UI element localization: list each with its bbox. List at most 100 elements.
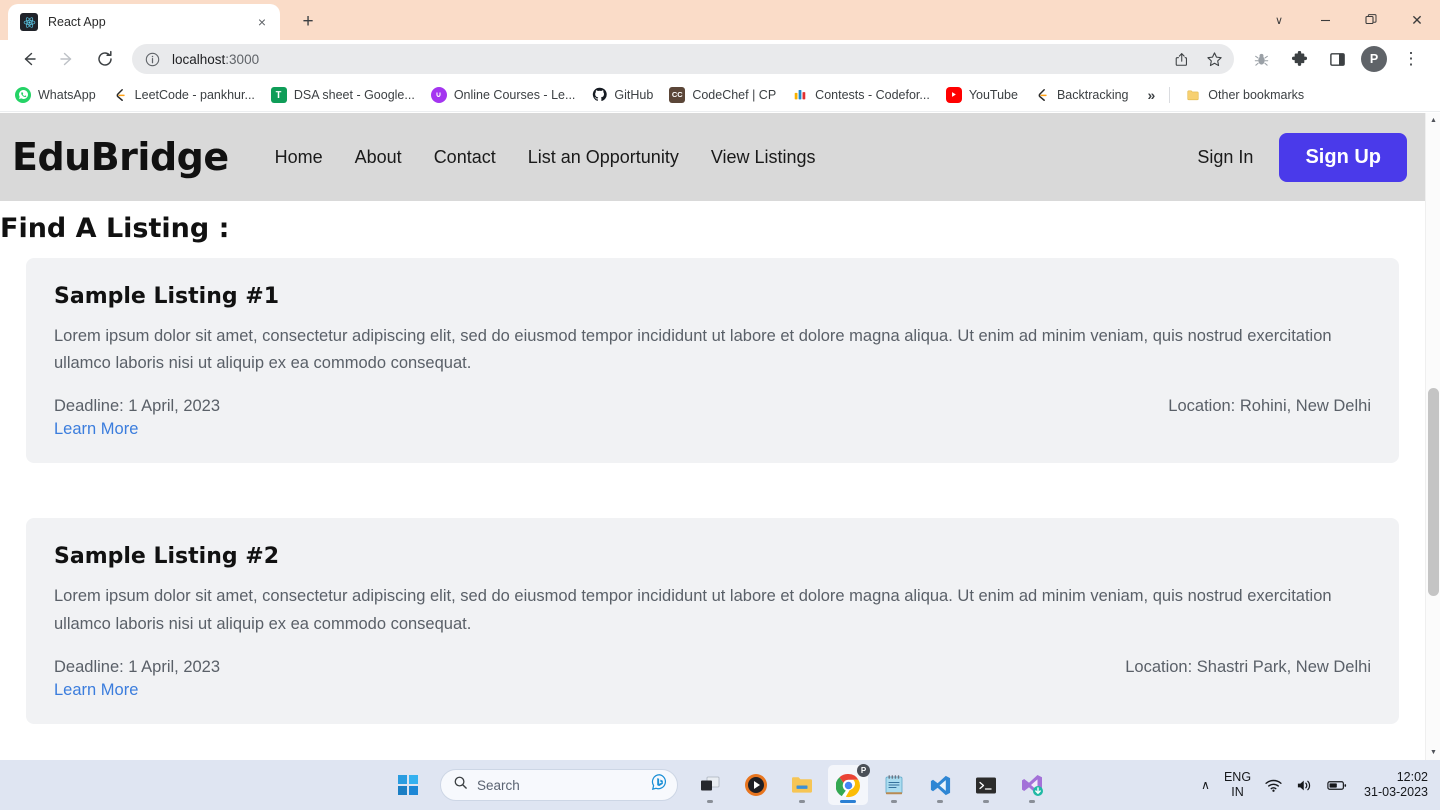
taskbar-search[interactable]: Search: [440, 769, 678, 801]
start-icon[interactable]: [388, 765, 428, 805]
bookmark-label: WhatsApp: [38, 87, 96, 102]
bookmark-label: LeetCode - pankhur...: [134, 87, 255, 102]
page-viewport: EduBridge Home About Contact List an Opp…: [0, 113, 1440, 760]
windows-taskbar: Search P ∧ ENG IN 12:02 31-03-2023: [0, 760, 1440, 810]
github-icon: [591, 87, 607, 103]
screen: React App × + ∨ ✕ localhost:3000 P ⋮ Wha…: [0, 0, 1440, 810]
listing-card[interactable]: Sample Listing #1 Lorem ipsum dolor sit …: [26, 258, 1399, 464]
bookmark-label: GitHub: [614, 87, 654, 102]
learn-more-link[interactable]: Learn More: [54, 681, 220, 700]
file-explorer-icon[interactable]: [782, 765, 822, 805]
close-window-button[interactable]: ✕: [1394, 0, 1440, 40]
terminal-icon[interactable]: [966, 765, 1006, 805]
scrollbar-thumb[interactable]: [1428, 388, 1439, 596]
bookmark-item[interactable]: GitHub: [584, 84, 660, 106]
chrome-profile-badge: P: [857, 764, 870, 777]
clock-date: 31-03-2023: [1364, 785, 1428, 799]
google-chrome-icon[interactable]: P: [828, 764, 870, 805]
notepad-icon[interactable]: [874, 765, 914, 805]
app-running-indicator: [1029, 800, 1035, 803]
listing-description: Lorem ipsum dolor sit amet, consectetur …: [54, 587, 1332, 633]
browser-tab-strip: React App × + ∨ ✕: [0, 0, 1440, 40]
bookmark-label: DSA sheet - Google...: [293, 87, 415, 102]
nav-link-about[interactable]: About: [339, 139, 418, 176]
listing-meta-left: Deadline: 1 April, 2023 Learn More: [54, 658, 220, 700]
nav-link-contact[interactable]: Contact: [418, 139, 512, 176]
new-tab-button[interactable]: +: [294, 8, 322, 36]
listing-description: Lorem ipsum dolor sit amet, consectetur …: [54, 327, 1332, 373]
other-bookmarks-button[interactable]: Other bookmarks: [1178, 84, 1311, 106]
learn-more-link[interactable]: Learn More: [54, 420, 220, 439]
listing-meta: Deadline: 1 April, 2023 Learn More Locat…: [54, 397, 1371, 439]
url-port: :3000: [225, 51, 260, 67]
share-icon[interactable]: [1169, 46, 1195, 72]
puzzle-icon[interactable]: [1284, 44, 1314, 74]
bug-icon[interactable]: [1246, 44, 1276, 74]
volume-icon[interactable]: [1289, 765, 1320, 805]
side-panel-icon[interactable]: [1322, 44, 1352, 74]
task-view-icon[interactable]: [690, 765, 730, 805]
listing-title: Sample Listing #2: [54, 544, 280, 570]
bookmark-item[interactable]: Online Courses - Le...: [424, 84, 583, 106]
app-running-indicator: [799, 800, 805, 803]
bookmark-item[interactable]: Contests - Codefor...: [785, 84, 937, 106]
taskbar-center: Search P: [388, 764, 1052, 805]
language-line-2: IN: [1231, 785, 1244, 799]
nav-link-list-an-opportunity[interactable]: List an Opportunity: [512, 139, 695, 176]
bookmark-item[interactable]: LeetCode - pankhur...: [105, 84, 262, 106]
site-info-icon[interactable]: [142, 49, 162, 69]
browser-tab[interactable]: React App ×: [8, 4, 280, 40]
bookmark-label: Contests - Codefor...: [815, 87, 930, 102]
tray-overflow-icon[interactable]: ∧: [1194, 765, 1217, 805]
bookmark-item[interactable]: YouTube: [939, 84, 1025, 106]
media-player-icon[interactable]: [736, 765, 776, 805]
sign-in-link[interactable]: Sign In: [1187, 141, 1263, 174]
profile-avatar[interactable]: P: [1361, 46, 1387, 72]
react-icon: [20, 13, 38, 31]
bookmarks-overflow-button[interactable]: »: [1142, 84, 1162, 106]
forward-icon[interactable]: [52, 44, 82, 74]
bookmark-item[interactable]: Backtracking: [1027, 84, 1136, 106]
maximize-button[interactable]: [1348, 0, 1394, 40]
listing-card[interactable]: Sample Listing #2 Lorem ipsum dolor sit …: [26, 518, 1399, 724]
bookmark-item[interactable]: DSA sheet - Google...: [264, 84, 422, 106]
bookmark-item[interactable]: WhatsApp: [8, 84, 103, 106]
nav-links: Home About Contact List an Opportunity V…: [259, 139, 832, 176]
sign-up-button[interactable]: Sign Up: [1279, 132, 1407, 182]
app-active-indicator: [840, 800, 856, 803]
battery-icon[interactable]: [1320, 765, 1354, 805]
chevron-down-icon[interactable]: ∨: [1256, 0, 1302, 40]
site-navbar: EduBridge Home About Contact List an Opp…: [0, 113, 1425, 201]
url-host: localhost: [172, 51, 226, 67]
bing-chat-icon[interactable]: [650, 773, 669, 797]
language-indicator[interactable]: ENG IN: [1217, 765, 1258, 805]
codechef-icon: CC: [669, 86, 686, 103]
browser-menu-icon[interactable]: ⋮: [1396, 44, 1426, 74]
search-placeholder: Search: [477, 777, 520, 793]
omnibox-actions: [1166, 46, 1230, 72]
language-line-1: ENG: [1223, 770, 1252, 785]
minimize-button[interactable]: [1302, 0, 1348, 40]
close-tab-icon[interactable]: ×: [252, 12, 272, 32]
web-page: EduBridge Home About Contact List an Opp…: [0, 113, 1425, 724]
page-scrollbar[interactable]: ▲ ▼: [1425, 113, 1440, 760]
reload-icon[interactable]: [90, 44, 120, 74]
wifi-icon[interactable]: [1258, 765, 1289, 805]
listing-location: Location: Rohini, New Delhi: [1168, 397, 1371, 416]
bookmark-star-icon[interactable]: [1201, 46, 1227, 72]
nav-link-home[interactable]: Home: [259, 139, 339, 176]
site-logo[interactable]: EduBridge: [12, 135, 229, 179]
vs-code-icon[interactable]: [920, 765, 960, 805]
visual-studio-icon[interactable]: [1012, 765, 1052, 805]
nav-link-view-listings[interactable]: View Listings: [695, 139, 832, 176]
browser-toolbar: localhost:3000 P ⋮: [0, 40, 1440, 78]
search-icon: [453, 775, 468, 795]
back-icon[interactable]: [14, 44, 44, 74]
scroll-up-icon[interactable]: ▲: [1426, 113, 1440, 128]
bookmark-item[interactable]: CC CodeChef | CP: [662, 84, 783, 106]
clock[interactable]: 12:02 31-03-2023: [1354, 765, 1432, 805]
address-bar[interactable]: localhost:3000: [132, 44, 1234, 74]
scroll-down-icon[interactable]: ▼: [1426, 745, 1440, 760]
app-running-indicator: [707, 800, 713, 803]
leetcode-icon: [1034, 87, 1050, 103]
